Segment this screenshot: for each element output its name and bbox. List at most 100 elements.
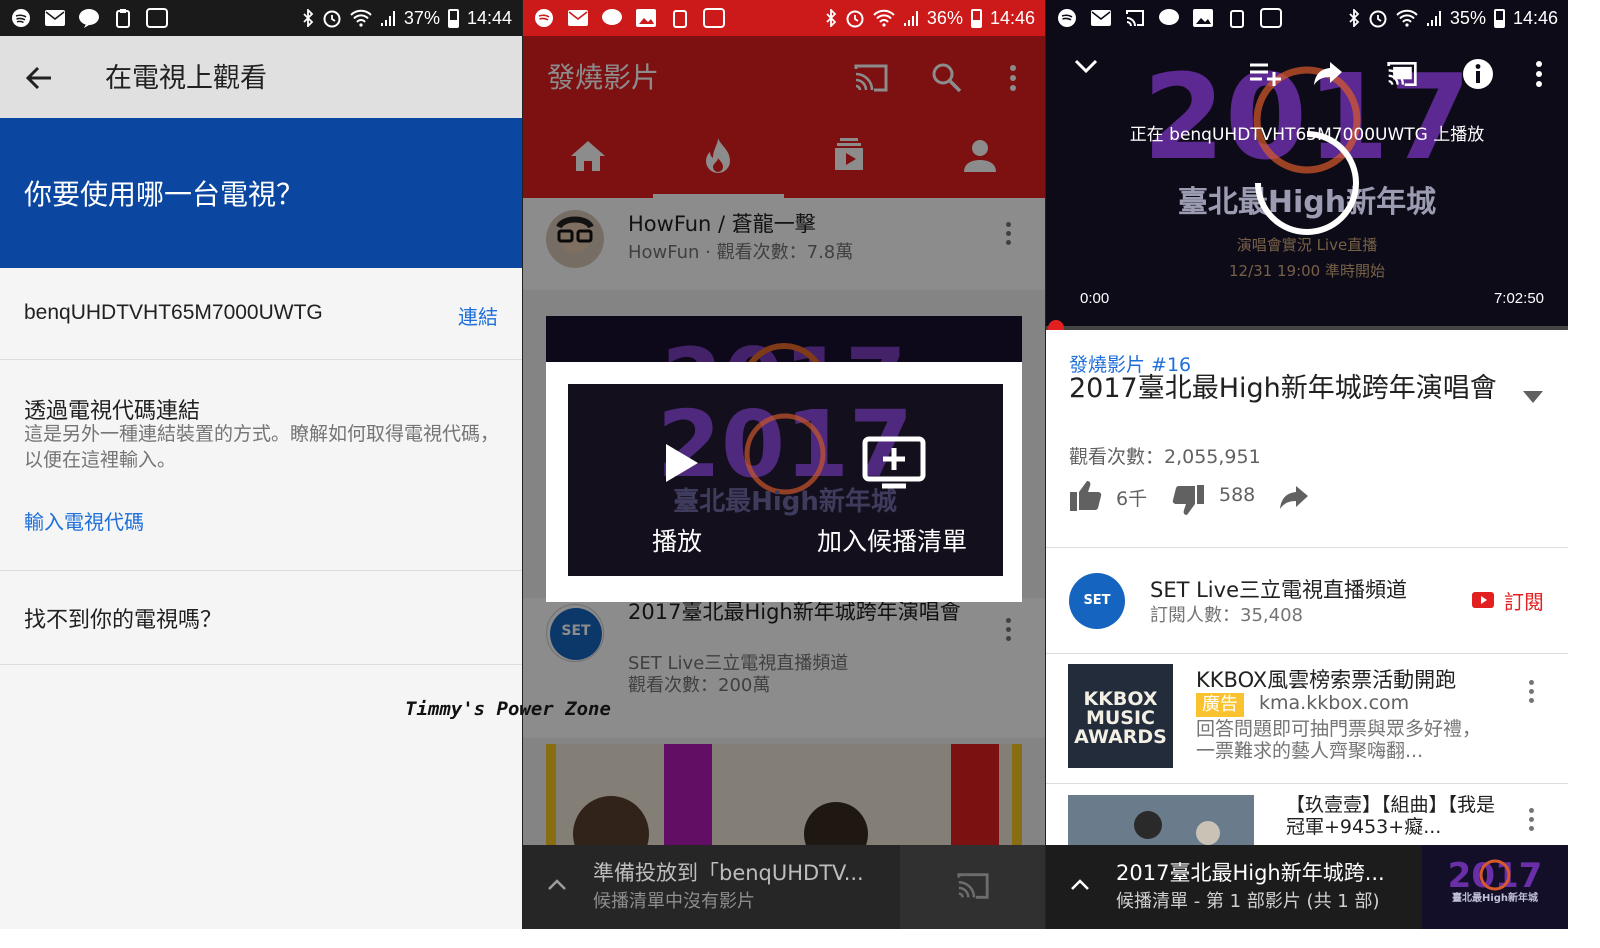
collapse-chevron-icon[interactable] <box>1072 56 1100 76</box>
svg-text:演唱會實況 Live直播: 演唱會實況 Live直播 <box>1237 236 1377 254</box>
connect-button[interactable]: 連結 <box>458 301 498 330</box>
more-options-icon[interactable] <box>1534 60 1544 88</box>
expand-description-icon[interactable] <box>1522 390 1544 404</box>
info-icon[interactable] <box>1462 58 1494 90</box>
bluetooth-icon <box>303 9 314 27</box>
share-icon[interactable] <box>1312 60 1344 88</box>
subscriber-count: 訂閱人數：35,408 <box>1150 605 1303 626</box>
view-count: 觀看次數：2,055,951 <box>1069 446 1261 468</box>
lite-app-icon <box>703 7 725 29</box>
ad-url: kma.kkbox.com <box>1259 692 1410 714</box>
share-icon[interactable] <box>1278 484 1310 512</box>
svg-text:12/31 19:00 準時開始: 12/31 19:00 準時開始 <box>1229 262 1385 280</box>
video-title[interactable]: 【玖壹壹】【組曲】【我是冠軍+9453+癡... <box>1286 794 1506 838</box>
signal-icon <box>903 11 918 26</box>
dislike-icon[interactable] <box>1171 484 1205 516</box>
spotify-icon <box>1056 7 1078 29</box>
clock-time: 14:44 <box>466 7 512 28</box>
wifi-icon <box>350 9 372 27</box>
cast-mini-player[interactable]: 準備投放到「benqUHDTV... 候播清單中沒有影片 <box>523 845 1045 929</box>
add-to-queue-button[interactable]: 加入候播清單 <box>817 522 967 558</box>
ad-thumbnail[interactable]: KKBOX MUSIC AWARDS <box>1068 664 1173 768</box>
cast-connected-icon[interactable] <box>1384 58 1420 90</box>
line-icon <box>78 7 100 29</box>
device-name: benqUHDTVHT65M7000UWTG <box>24 301 323 324</box>
subscribe-button[interactable]: 訂閱 <box>1504 586 1544 615</box>
battery-percent: 35% <box>1449 7 1486 28</box>
video-title: 2017臺北最High新年城跨年演唱會 <box>1069 373 1497 404</box>
add-to-playlist-icon[interactable] <box>1248 60 1282 88</box>
ad-badge: 廣告 <box>1196 693 1244 717</box>
svg-text:臺北最High新年城: 臺北最High新年城 <box>1452 891 1538 904</box>
play-icon[interactable] <box>664 442 700 484</box>
chevron-up-icon[interactable] <box>545 873 569 897</box>
clipboard-icon <box>1226 7 1248 29</box>
cast-status-icon <box>1124 7 1146 29</box>
chevron-up-icon[interactable] <box>1068 873 1092 897</box>
alarm-icon <box>1369 10 1387 28</box>
mini-player-thumbnail[interactable]: 2017 臺北最High新年城 <box>1422 845 1568 929</box>
bluetooth-icon <box>1349 9 1360 27</box>
device-row[interactable]: benqUHDTVHT65M7000UWTG 連結 <box>0 268 522 360</box>
ad-description: 回答問題即可抽門票與眾多好禮，一票難求的藝人齊聚嗨翻... <box>1196 718 1482 762</box>
add-to-queue-icon[interactable] <box>862 436 928 490</box>
question-banner: 你要使用哪一台電視？ <box>0 118 522 268</box>
svg-text:臺北最High新年城: 臺北最High新年城 <box>673 486 897 517</box>
mini-player-queue-info: 候播清單 - 第 1 部影片 (共 1 部) <box>1116 891 1380 912</box>
watermark-text: Timmy's Power Zone <box>405 698 611 720</box>
trending-screen: 36% 14:46 發燒影片 HowFun / 蒼龍一擊 HowFun · 觀看… <box>523 0 1045 929</box>
tv-code-description: 這是另外一種連結裝置的方式。瞭解如何取得電視代碼，以便在這裡輸入。 <box>24 423 500 471</box>
app-bar: 在電視上觀看 <box>0 36 522 118</box>
mail-icon <box>44 7 66 29</box>
line-icon <box>1158 7 1180 29</box>
progress-scrubber[interactable] <box>1048 320 1064 330</box>
total-time: 7:02:50 <box>1493 290 1544 307</box>
play-button[interactable]: 播放 <box>652 522 702 558</box>
like-icon[interactable] <box>1069 480 1103 512</box>
video-player[interactable]: 2017 臺北最High新年城 演唱會實況 Live直播 12/31 19:00 準時… <box>1046 0 1568 330</box>
progress-bar[interactable] <box>1046 326 1568 330</box>
channel-avatar[interactable]: SET <box>1069 573 1125 629</box>
battery-percent: 36% <box>926 7 963 28</box>
tv-code-section: 透過電視代碼連結 這是另外一種連結裝置的方式。瞭解如何取得電視代碼，以便在這裡輸… <box>0 361 522 571</box>
more-options-icon[interactable] <box>1528 808 1534 834</box>
mini-player-cast-area <box>900 845 1045 929</box>
cast-mini-player[interactable]: 2017臺北最High新年城跨... 候播清單 - 第 1 部影片 (共 1 部… <box>1046 845 1568 929</box>
divider <box>1046 783 1568 784</box>
status-bar: 37% 14:44 <box>0 0 522 36</box>
dislike-count: 588 <box>1219 484 1256 506</box>
cast-icon[interactable] <box>954 869 992 903</box>
alarm-icon <box>323 10 341 28</box>
signal-icon <box>1426 11 1441 26</box>
cast-to-tv-screen: 37% 14:44 在電視上觀看 你要使用哪一台電視？ benqUHDTVHT6… <box>0 0 522 929</box>
wifi-icon <box>873 9 895 27</box>
elapsed-time: 0:00 <box>1080 290 1110 307</box>
loading-spinner-icon <box>1255 131 1359 235</box>
clipboard-icon <box>669 7 691 29</box>
screenshot-stage: 37% 14:44 在電視上觀看 你要使用哪一台電視？ benqUHDTVHT6… <box>0 0 1568 929</box>
mini-player-title: 準備投放到「benqUHDTV... <box>593 861 864 885</box>
divider <box>1046 547 1568 548</box>
dialog-video-preview: 2017 臺北最High新年城 播放 加入候播清單 <box>568 384 1003 576</box>
spotify-icon <box>10 7 32 29</box>
enter-tv-code-link[interactable]: 輸入電視代碼 <box>24 506 144 535</box>
ad-title[interactable]: KKBOX風雲榜索票活動開跑 <box>1196 664 1456 694</box>
mini-player-subtitle: 候播清單中沒有影片 <box>593 891 755 912</box>
line-icon <box>601 7 623 29</box>
lite-app-icon <box>1260 7 1282 29</box>
watch-screen: 2017 臺北最High新年城 演唱會實況 Live直播 12/31 19:00 準時… <box>1046 0 1568 929</box>
alarm-icon <box>846 10 864 28</box>
clock-time: 14:46 <box>1512 7 1558 28</box>
mini-player-title: 2017臺北最High新年城跨... <box>1116 861 1385 885</box>
more-options-icon[interactable] <box>1528 680 1534 706</box>
youtube-subscribe-icon[interactable] <box>1472 592 1494 608</box>
bluetooth-icon <box>826 9 837 27</box>
clipboard-icon <box>112 7 134 29</box>
back-arrow-icon[interactable] <box>24 63 54 93</box>
cast-action-dialog: 2017 臺北最High新年城 播放 加入候播清單 <box>546 362 1022 602</box>
image-icon <box>1192 7 1214 29</box>
channel-name[interactable]: SET Live三立電視直播頻道 <box>1150 574 1407 604</box>
cant-find-tv-row[interactable]: 找不到你的電視嗎？ <box>0 572 522 665</box>
status-bar: 36% 14:46 <box>523 0 1045 36</box>
signal-icon <box>380 11 395 26</box>
